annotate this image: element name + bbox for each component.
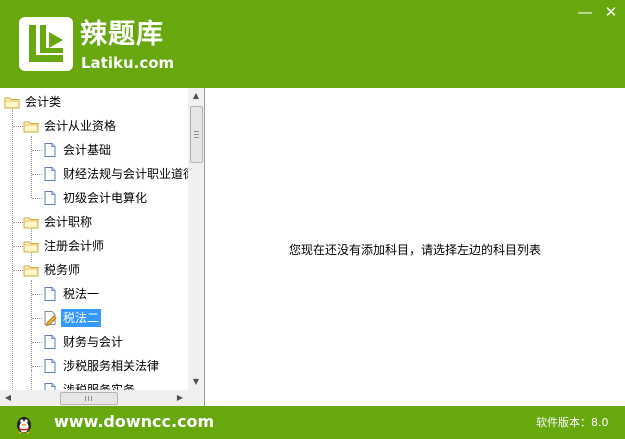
empty-state-message: 您现在还没有添加科目，请选择左边的科目列表	[288, 243, 541, 257]
grip-line	[88, 396, 89, 401]
tree-item-label: 初级会计电算化	[63, 191, 148, 205]
grip-line	[85, 396, 86, 401]
tree-item-accounting-title[interactable]: 会计职称	[23, 212, 94, 232]
tree-vertical-scrollbar[interactable]: ▲ ▼	[188, 88, 204, 390]
tree-item-label: 财经法规与会计职业道德	[63, 167, 188, 181]
tree-item-cpa[interactable]: 注册会计师	[23, 236, 106, 256]
document-icon	[42, 142, 58, 158]
tree-item-finance-accounting[interactable]: 财务与会计	[42, 332, 125, 352]
tree-connector	[13, 222, 23, 223]
close-button[interactable]: ✕	[600, 2, 622, 22]
tree-item-label: 税法一	[63, 287, 100, 301]
tree-item-tax-agent[interactable]: 税务师	[23, 260, 82, 280]
tree-item-computerized-accounting[interactable]: 初级会计电算化	[42, 188, 149, 208]
grip-line	[91, 396, 92, 401]
tree-connector	[13, 126, 23, 127]
tree-item-tax-related-law[interactable]: 涉税服务相关法律	[42, 356, 161, 376]
tree-connector	[13, 246, 23, 247]
scroll-right-arrow-icon[interactable]: ▶	[172, 390, 188, 406]
tree-item-tax-service-practice[interactable]: 涉税服务实务	[42, 380, 137, 390]
tree-connector	[32, 342, 42, 343]
document-icon	[42, 166, 58, 182]
tree-item-label: 财务与会计	[63, 335, 124, 349]
document-icon	[42, 190, 58, 206]
tree-item-finance-regulations[interactable]: 财经法规与会计职业道德	[42, 164, 188, 184]
document-icon	[42, 286, 58, 302]
subject-tree: 会计类 会计从业资格 会计基础 财经法规与会计职业道德 初级会计电算化 会计职称…	[0, 88, 188, 390]
tree-item-label: 会计类	[25, 95, 62, 109]
tree-connector	[31, 280, 32, 390]
software-version: 软件版本：8.0	[536, 416, 609, 429]
scroll-up-arrow-icon[interactable]: ▲	[188, 88, 204, 104]
tree-item-label: 会计基础	[63, 143, 112, 157]
document-icon	[42, 382, 58, 390]
folder-icon	[23, 262, 39, 278]
folder-icon	[23, 118, 39, 134]
document-icon	[42, 358, 58, 374]
document-icon	[42, 334, 58, 350]
tree-horizontal-scrollbar[interactable]: ◀ ▶	[0, 390, 188, 406]
tree-connector	[13, 270, 23, 271]
website-link[interactable]: www.downcc.com	[54, 411, 214, 433]
tree-item-tax-law-2[interactable]: 税法二	[42, 308, 102, 328]
tree-item-label: 会计职称	[44, 215, 93, 229]
scroll-left-arrow-icon[interactable]: ◀	[0, 390, 16, 406]
tree-item-label: 税务师	[44, 263, 81, 277]
brand-subtitle: Latiku.com	[81, 54, 175, 72]
latiku-logo-icon	[19, 17, 73, 71]
tree-connector	[31, 136, 32, 198]
subject-content-area: 您现在还没有添加科目，请选择左边的科目列表	[205, 88, 625, 406]
tree-connector	[32, 174, 42, 175]
tree-item-tax-law-1[interactable]: 税法一	[42, 284, 101, 304]
tree-item-accounting[interactable]: 会计类	[4, 92, 63, 112]
app-header: 辣题库 Latiku.com — ✕	[0, 0, 625, 88]
tree-item-label: 涉税服务相关法律	[63, 359, 160, 373]
vertical-scroll-thumb[interactable]	[190, 106, 203, 163]
brand-title: 辣题库	[80, 19, 164, 50]
tree-item-label: 注册会计师	[44, 239, 105, 253]
tree-item-accounting-qualification[interactable]: 会计从业资格	[23, 116, 118, 136]
grip-line	[194, 134, 199, 135]
tree-item-label-selected: 税法二	[61, 309, 102, 327]
tree-connector	[32, 366, 42, 367]
grip-line	[194, 131, 199, 132]
tree-connector	[32, 318, 42, 319]
horizontal-scroll-thumb[interactable]	[60, 392, 118, 405]
document-edit-icon	[42, 310, 58, 327]
minimize-button[interactable]: —	[574, 2, 596, 22]
app-footer: www.downcc.com 软件版本：8.0	[0, 406, 625, 439]
tree-item-label: 会计从业资格	[44, 119, 117, 133]
tree-connector	[32, 198, 42, 199]
folder-icon	[23, 238, 39, 254]
tree-connector	[12, 106, 13, 390]
grip-line	[194, 137, 199, 138]
subject-tree-panel: 会计类 会计从业资格 会计基础 财经法规与会计职业道德 初级会计电算化 会计职称…	[0, 88, 205, 406]
tree-item-accounting-basics[interactable]: 会计基础	[42, 140, 113, 160]
folder-icon	[4, 94, 20, 110]
tree-connector	[32, 294, 42, 295]
qq-penguin-icon[interactable]	[14, 413, 34, 435]
folder-icon	[23, 214, 39, 230]
tree-item-label: 涉税服务实务	[63, 383, 136, 390]
tree-connector	[32, 150, 42, 151]
scrollbar-corner	[188, 390, 204, 406]
scroll-down-arrow-icon[interactable]: ▼	[188, 374, 204, 390]
